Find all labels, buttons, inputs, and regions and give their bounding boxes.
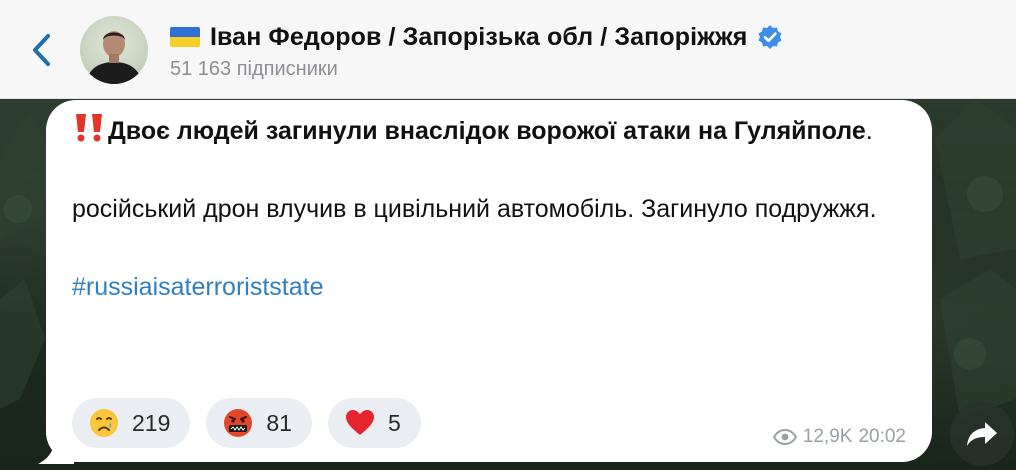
channel-title-row[interactable]: Іван Федоров / Запорізька обл / Запоріжж… [170,20,783,54]
reactions-bar: 219 81 5 [72,398,421,448]
share-arrow-icon [967,422,997,446]
reaction-count: 5 [387,409,401,436]
person-silhouette-icon [86,31,142,84]
verified-badge-icon [758,25,782,49]
view-count: 12,9K [802,426,853,447]
red-heart-icon [345,410,374,435]
chat-header: Іван Федоров / Запорізька обл / Запоріжж… [0,0,1016,99]
back-button[interactable] [22,30,62,70]
message-time: 20:02 [858,426,906,447]
message-headline: Двоє людей загинули внаслідок ворожої ат… [108,117,866,145]
hashtag-link[interactable]: #russiaisaterroriststate [72,268,912,307]
reaction-cursing[interactable]: 81 [206,398,312,448]
crying-face-icon [90,409,118,437]
reaction-heart[interactable]: 5 [327,398,421,448]
message-text: Двоє людей загинули внаслідок ворожої ат… [72,112,912,307]
ukraine-flag-icon [170,27,200,47]
channel-avatar[interactable] [80,16,148,84]
eye-icon [772,429,797,445]
reaction-crying[interactable]: 219 [72,398,191,448]
message-body: російський дрон влучив в цивільний автом… [72,195,877,223]
chevron-left-icon [33,34,50,66]
double-exclamation-icon [76,114,102,142]
share-button[interactable] [950,402,1014,466]
subscriber-count: 51 163 підписники [170,58,338,80]
message-meta: 12,9K 20:02 [772,426,906,448]
headline-period: . [865,117,873,145]
channel-title: Іван Федоров / Запорізька обл / Запоріжж… [210,22,748,51]
cursing-face-icon [224,409,253,437]
reaction-count: 219 [132,409,171,436]
reaction-count: 81 [266,409,292,436]
